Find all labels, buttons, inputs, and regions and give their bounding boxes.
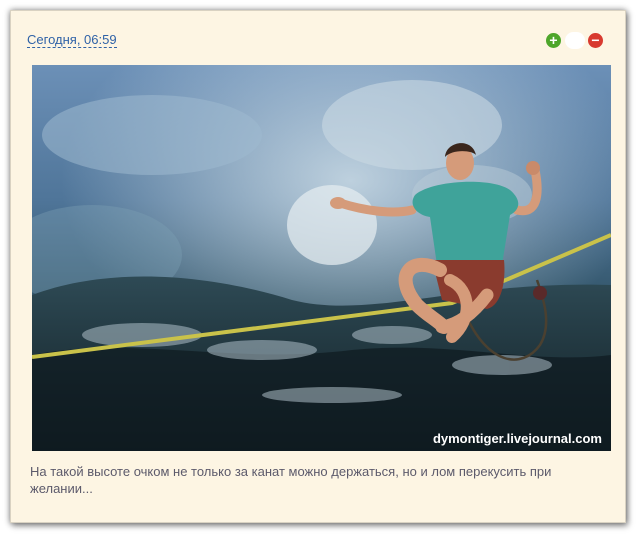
minus-circle-icon[interactable]: −	[588, 33, 603, 48]
post-caption: На такой высоте очком не только за канат…	[30, 464, 552, 496]
slackline-photo: dymontiger.livejournal.com	[32, 65, 611, 451]
post-timestamp-link[interactable]: Сегодня, 06:59	[27, 33, 117, 48]
post-header: Сегодня, 06:59 + −	[25, 29, 609, 53]
post-card: Сегодня, 06:59 + − dymontiger.livejourna…	[10, 10, 626, 523]
rating-controls: + −	[529, 31, 609, 51]
post-photo: dymontiger.livejournal.com	[32, 65, 611, 451]
photo-watermark: dymontiger.livejournal.com	[433, 431, 602, 446]
plus-circle-icon[interactable]: +	[546, 33, 561, 48]
rating-score	[565, 32, 585, 49]
